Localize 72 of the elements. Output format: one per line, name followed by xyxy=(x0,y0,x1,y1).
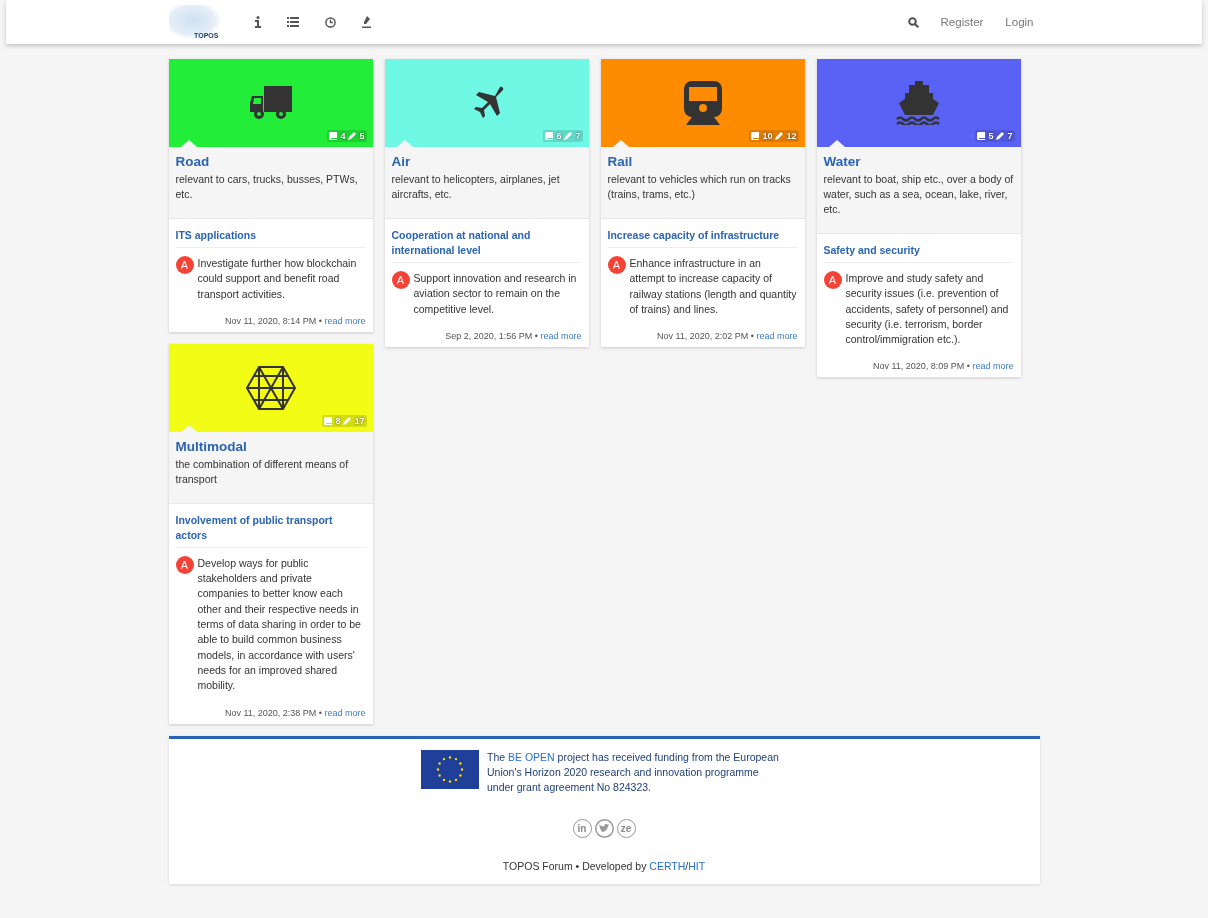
pencil-icon xyxy=(996,132,1005,140)
pencil-icon xyxy=(775,132,784,140)
topic-count: 5 xyxy=(988,131,994,141)
book-icon xyxy=(977,132,986,140)
funding-notice: The BE OPEN project has received funding from the European Union's Horizon 2020 research and innovation programme under grant agreement No 824323. xyxy=(487,749,780,795)
truck-icon xyxy=(249,86,292,120)
user-avatar[interactable]: A xyxy=(607,256,626,274)
category-title[interactable]: Water xyxy=(823,154,1014,169)
nav-link[interactable]: Register xyxy=(940,16,984,28)
credits-line: TOPOS Forum • Developed by CERTH/HIT xyxy=(502,859,706,872)
read-more-link[interactable]: read more xyxy=(972,361,1014,372)
post-excerpt: Investigate further how blockchain could support and benefit road transport activities. xyxy=(197,256,358,302)
topic-link[interactable]: Increase capacity of infrastructure xyxy=(607,228,798,248)
topic-link[interactable]: Safety and security xyxy=(823,243,1014,263)
hexagon-mesh-icon xyxy=(245,365,296,410)
category-description: the combination of different means of transport xyxy=(175,456,350,487)
clock-icon[interactable] xyxy=(324,16,336,28)
category-title[interactable]: Multimodal xyxy=(175,438,366,454)
category-description: relevant to vehicles which run on tracks (trains, trams, etc.) xyxy=(607,172,792,202)
post-excerpt: Develop ways for public stakeholders and private companies to better know each other and their respective needs in terms of data sharing in order to be able to build common business models, in accordance with users' needs for an improved shared mobility. xyxy=(197,555,362,694)
category-title[interactable]: Road xyxy=(175,154,366,169)
user-avatar[interactable]: A xyxy=(391,271,410,289)
post-excerpt: Enhance infrastructure in an attempt to increase capacity of railway stations (length and quantity of trains) and lines. xyxy=(629,256,798,317)
topic-count: 4 xyxy=(340,131,346,141)
topic-link[interactable]: ITS applications xyxy=(175,228,366,248)
user-avatar[interactable]: A xyxy=(175,256,194,274)
read-more-link[interactable]: read more xyxy=(540,330,582,341)
credit-link[interactable]: HIT xyxy=(688,859,706,872)
category-banner[interactable]: 5 7 xyxy=(816,59,1021,147)
pencil-icon xyxy=(564,132,573,140)
post-count: 5 xyxy=(359,131,365,141)
twitter-icon[interactable] xyxy=(594,818,614,838)
user-avatar[interactable]: A xyxy=(823,271,842,289)
pencil-icon xyxy=(348,132,357,140)
search-icon[interactable] xyxy=(907,16,919,28)
topic-count: 10 xyxy=(762,131,773,141)
user-avatar[interactable]: A xyxy=(175,555,194,574)
nav-link[interactable]: Login xyxy=(1005,16,1034,28)
post-excerpt: Improve and study safety and security issues (i.e. prevention of accidents, safety of personnel) and security (i.e. terrorism, border control/immigration etc.). xyxy=(845,271,1010,348)
category-title[interactable]: Rail xyxy=(607,154,798,169)
info-icon[interactable] xyxy=(254,16,261,28)
book-icon xyxy=(329,132,338,140)
category-description: relevant to cars, trucks, busses, PTWs, etc. xyxy=(175,172,359,202)
book-icon xyxy=(751,132,760,140)
topic-count: 8 xyxy=(335,415,341,426)
pencil-icon xyxy=(343,416,352,425)
pen-icon[interactable] xyxy=(361,16,371,28)
post-timestamp: Nov 11, 2020, 2:38 PM • xyxy=(224,707,322,718)
post-timestamp: Nov 11, 2020, 2:02 PM • xyxy=(656,331,754,342)
book-icon xyxy=(324,416,333,425)
read-more-link[interactable]: read more xyxy=(324,707,366,718)
post-excerpt: Support innovation and research in aviation sector to remain on the competitive level. xyxy=(413,271,578,317)
post-count: 12 xyxy=(786,131,797,141)
topic-link[interactable]: Involvement of public transport actors xyxy=(175,512,366,548)
post-timestamp: Sep 2, 2020, 1:56 PM • xyxy=(445,330,538,341)
category-banner[interactable]: 10 12 xyxy=(600,59,805,147)
post-count: 17 xyxy=(354,415,365,426)
project-link[interactable]: BE OPEN xyxy=(508,750,555,763)
topic-count: 6 xyxy=(556,131,562,141)
list-icon[interactable] xyxy=(286,17,299,27)
topic-link[interactable]: Cooperation at national and international level xyxy=(391,228,582,263)
category-description: relevant to boat, ship etc., over a body of water, such as a sea, ocean, lake, river, etc. xyxy=(823,172,1014,217)
category-title[interactable]: Air xyxy=(391,154,582,169)
train-icon xyxy=(683,81,722,125)
post-count: 7 xyxy=(1007,131,1013,141)
post-count: 7 xyxy=(575,131,581,141)
read-more-link[interactable]: read more xyxy=(324,315,366,326)
book-icon xyxy=(545,132,554,140)
read-more-link[interactable]: read more xyxy=(756,331,798,342)
category-description: relevant to helicopters, airplanes, jet aircrafts, etc. xyxy=(391,172,561,202)
post-timestamp: Nov 11, 2020, 8:09 PM • xyxy=(872,361,970,372)
post-timestamp: Nov 11, 2020, 8:14 PM • xyxy=(224,315,322,326)
